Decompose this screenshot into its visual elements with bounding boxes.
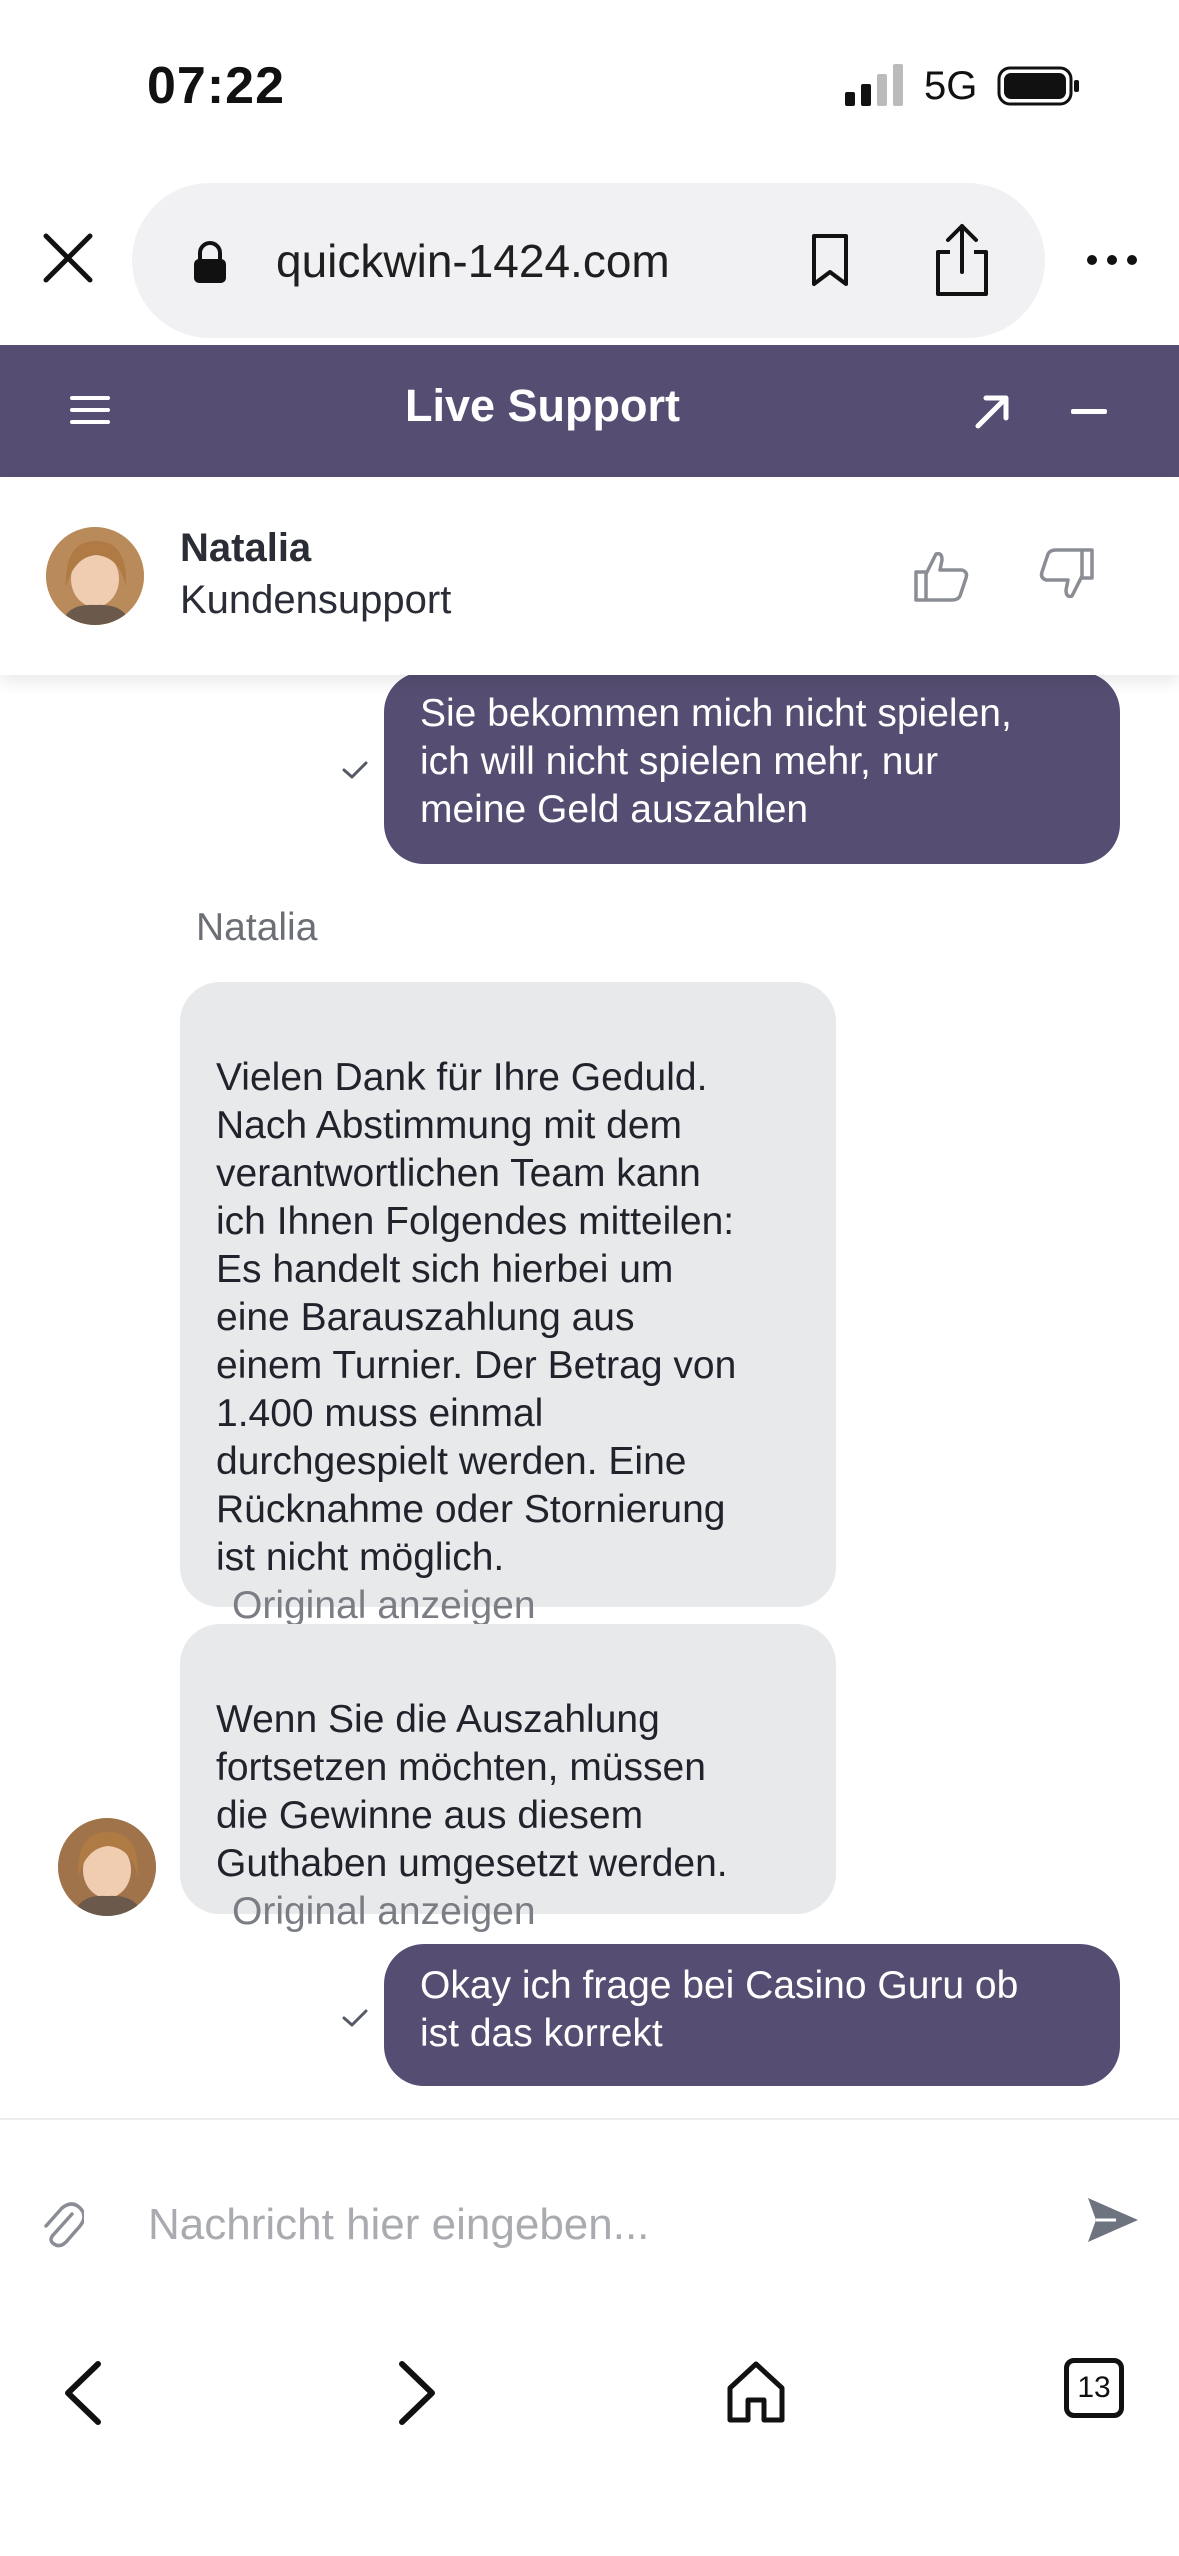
status-time: 07:22 [147,57,285,115]
message-text: Wenn Sie die Auszahlung fortsetzen möcht… [216,1698,728,1885]
message-input[interactable] [148,2195,1048,2255]
user-message-bubble: Sie bekommen mich nicht spielen, ich wil… [384,672,1120,864]
back-icon[interactable] [60,2358,104,2428]
agent-message-bubble: Vielen Dank für Ihre Geduld. Nach Abstim… [180,982,836,1627]
forward-icon[interactable] [396,2358,440,2428]
check-icon [342,2009,368,2027]
agent-avatar [46,527,144,625]
check-icon [342,761,368,779]
more-icon[interactable] [1084,252,1140,268]
expand-icon[interactable] [972,392,1012,432]
agent-role: Kundensupport [180,578,452,622]
show-original-link[interactable]: Original anzeigen [216,1582,800,1630]
network-label: 5G [924,64,978,108]
agent-info-card [0,477,1179,675]
url-text[interactable]: quickwin-1424.com [276,234,670,288]
show-original-link[interactable]: Original anzeigen [216,1888,800,1936]
agent-name: Natalia [180,526,312,570]
signal-icon [845,64,903,106]
bookmark-icon[interactable] [808,232,852,288]
message-text: Vielen Dank für Ihre Geduld. Nach Abstim… [216,1056,737,1579]
lock-icon [194,241,226,283]
share-icon[interactable] [932,222,992,298]
paperclip-icon[interactable] [38,2196,84,2250]
thumbs-down-icon[interactable] [1038,546,1096,604]
minimize-icon[interactable] [1071,409,1107,414]
composer-divider [0,2118,1179,2120]
send-icon[interactable] [1086,2194,1140,2246]
chat-title: Live Support [404,380,680,431]
battery-icon [997,66,1079,106]
user-message-bubble: Okay ich frage bei Casino Guru ob ist da… [384,1944,1120,2086]
agent-message-bubble: Wenn Sie die Auszahlung fortsetzen möcht… [180,1624,836,1933]
tabs-icon[interactable]: 13 [1064,2358,1124,2418]
thumbs-up-icon[interactable] [912,546,970,604]
agent-avatar [58,1818,156,1916]
home-icon[interactable] [726,2360,786,2424]
sender-name: Natalia [196,906,318,949]
close-icon[interactable] [40,230,96,286]
